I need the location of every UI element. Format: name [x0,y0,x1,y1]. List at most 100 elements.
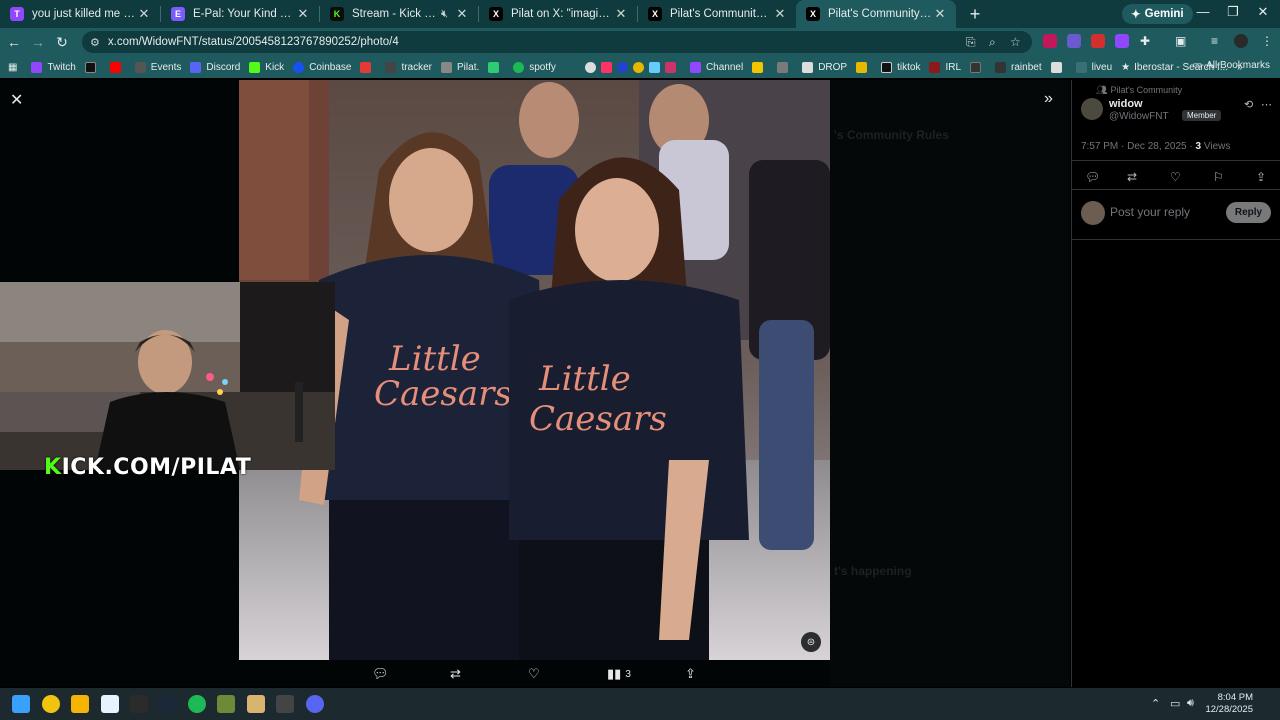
url-text[interactable]: x.com/WidowFNT/status/200545812376789025… [108,36,399,48]
reply-icon[interactable]: 💬︎ [1085,170,1100,184]
author-handle[interactable]: @WidowFNT [1109,111,1169,122]
tab-kick-dashboard[interactable]: K Stream - Kick Dashboard 🔇︎ ✕ [320,0,478,28]
extension-icon[interactable] [1043,34,1057,48]
bookmark-red[interactable] [360,61,376,73]
bookmark-yellow-2[interactable] [856,61,872,73]
like-icon[interactable]: ♡ [1170,170,1181,184]
tab-close-icon[interactable]: ✕ [454,6,470,22]
gemini-button[interactable]: ✦ Gemini [1122,4,1193,24]
bookmark-grid[interactable] [777,61,793,73]
apps-grid-icon[interactable]: ▦ [8,62,17,73]
like-icon[interactable]: ♡ [528,666,540,682]
share-icon[interactable]: ⇪ [685,666,696,682]
bookmark-calculator[interactable] [1050,61,1067,73]
maximize-button[interactable]: ❐ [1218,4,1248,20]
spotify-icon[interactable] [188,695,206,713]
bookmark-youtube[interactable] [109,61,126,73]
windows-start-icon[interactable] [12,695,30,713]
tab-close-icon[interactable]: ✕ [136,6,152,22]
site-info-icon[interactable]: ⚙ [90,36,100,49]
new-tab-button[interactable]: + [964,4,986,25]
share-icon[interactable]: ⇪ [1256,170,1266,184]
x-icon [84,61,96,73]
bookmark-x[interactable] [84,61,101,73]
tab-close-icon[interactable]: ✕ [932,6,948,22]
post-timestamp[interactable]: 7:57 PM · Dec 28, 2025 · [1081,141,1196,152]
bookmark-events[interactable]: Events [134,61,181,73]
bookmark-star-icon[interactable]: ☆ [1010,35,1021,49]
tray-overflow-icon[interactable]: ⌃ [1151,697,1160,710]
bookmark-liveu[interactable]: liveu [1075,61,1112,73]
more-options-icon[interactable]: ⋯ [1261,98,1272,111]
expand-panel-icon[interactable]: » [1044,90,1053,108]
community-label[interactable]: 👥︎ Pilat's Community [1096,85,1182,96]
twitch-extension-icon[interactable] [1115,34,1129,48]
tab-pilat-x[interactable]: X Pilat on X: "imagine having a b ✕ [479,0,637,28]
tab-close-icon[interactable]: ✕ [772,6,788,22]
tab-twitch[interactable]: T you just killed me you - Twitch ✕ [0,0,160,28]
reply-button[interactable]: Reply [1226,202,1271,223]
app-icon[interactable] [101,695,119,713]
side-panel-icon[interactable]: ▣ [1175,34,1186,48]
reply-icon[interactable]: 💬︎ [372,666,389,682]
chrome-icon[interactable] [42,695,60,713]
tab-close-icon[interactable]: ✕ [613,6,629,22]
alt-text-icon[interactable]: ⊜ [801,632,821,652]
epic-games-icon[interactable] [130,695,148,713]
bookmark-icons-group[interactable] [584,61,681,73]
back-icon[interactable]: ← [2,34,26,50]
repost-icon[interactable]: ⇄ [450,666,461,682]
close-viewer-icon[interactable]: ✕ [10,90,23,110]
reply-input[interactable]: Post your reply [1110,205,1190,219]
bookmark-channel[interactable]: Channel [689,61,743,73]
file-explorer-icon[interactable] [71,695,89,713]
menu-kebab-icon[interactable]: ⋮ [1261,34,1273,48]
repost-icon[interactable]: ⇄ [1127,170,1137,184]
bookmark-dark[interactable] [970,61,986,73]
bookmark-green[interactable] [488,61,504,73]
volume-icon[interactable]: 🔊︎ [1187,697,1194,710]
bookmark-twitch[interactable]: Twitch [31,61,76,73]
extensions-puzzle-icon[interactable]: ✚ [1140,34,1150,48]
network-icon[interactable]: ▭ [1170,697,1180,710]
tab-close-icon[interactable]: ✕ [295,6,311,22]
app-icon[interactable] [276,695,294,713]
system-clock[interactable]: 8:04 PM 12/28/2025 [1205,692,1253,716]
steam-icon[interactable] [159,695,177,713]
views-button[interactable]: ▮▮ 3 [607,666,631,682]
bookmark-kick[interactable]: Kick [249,61,284,73]
bookmark-tiktok[interactable]: tiktok [881,61,920,73]
profile-avatar[interactable] [1234,34,1248,48]
media-controls-icon[interactable]: ≡ [1211,34,1218,48]
bookmark-rainbet[interactable]: rainbet [995,61,1042,73]
grok-icon[interactable]: ⟲ [1244,98,1253,111]
bookmark-spotify[interactable]: spotfy [513,61,556,73]
bookmark-yellow[interactable] [752,61,768,73]
extension-icon[interactable] [1067,34,1081,48]
zoom-icon[interactable]: ⌕ [989,35,996,50]
install-app-icon[interactable]: ⎘ [966,35,976,50]
all-bookmarks[interactable]: ▭ All Bookmarks [1193,60,1270,71]
forward-icon[interactable]: → [26,34,50,50]
bookmark-discord[interactable]: Discord [190,61,240,73]
author-name[interactable]: widow [1109,98,1143,110]
mute-icon[interactable]: 🔇︎ [441,8,448,21]
close-window-button[interactable]: ✕ [1248,4,1278,20]
bookmark-coinbase[interactable]: Coinbase [293,61,351,73]
bookmark-drop[interactable]: DROP [802,61,847,73]
minecraft-icon[interactable] [217,695,235,713]
author-avatar[interactable] [1081,98,1103,120]
minimize-button[interactable]: — [1188,4,1218,19]
reload-icon[interactable]: ↻ [50,34,74,51]
tab-community-1[interactable]: X Pilat's Community Community ✕ [638,0,796,28]
app-icon[interactable] [247,695,265,713]
bookmark-pilat[interactable]: Pilat. [441,61,479,73]
tab-epal[interactable]: E E-Pal: Your Kind Teammates ✕ [161,0,319,28]
discord-icon[interactable] [306,695,324,713]
bookmark-irl[interactable]: IRL [929,61,961,73]
tab-community-active[interactable]: X Pilat's Community Community ✕ [796,0,956,28]
bookmark-icon[interactable]: ⚐ [1213,170,1224,184]
bookmark-tracker[interactable]: tracker [385,61,432,73]
address-bar[interactable]: ⚙ x.com/WidowFNT/status/2005458123767890… [82,31,1032,53]
adblock-icon[interactable] [1091,34,1105,48]
